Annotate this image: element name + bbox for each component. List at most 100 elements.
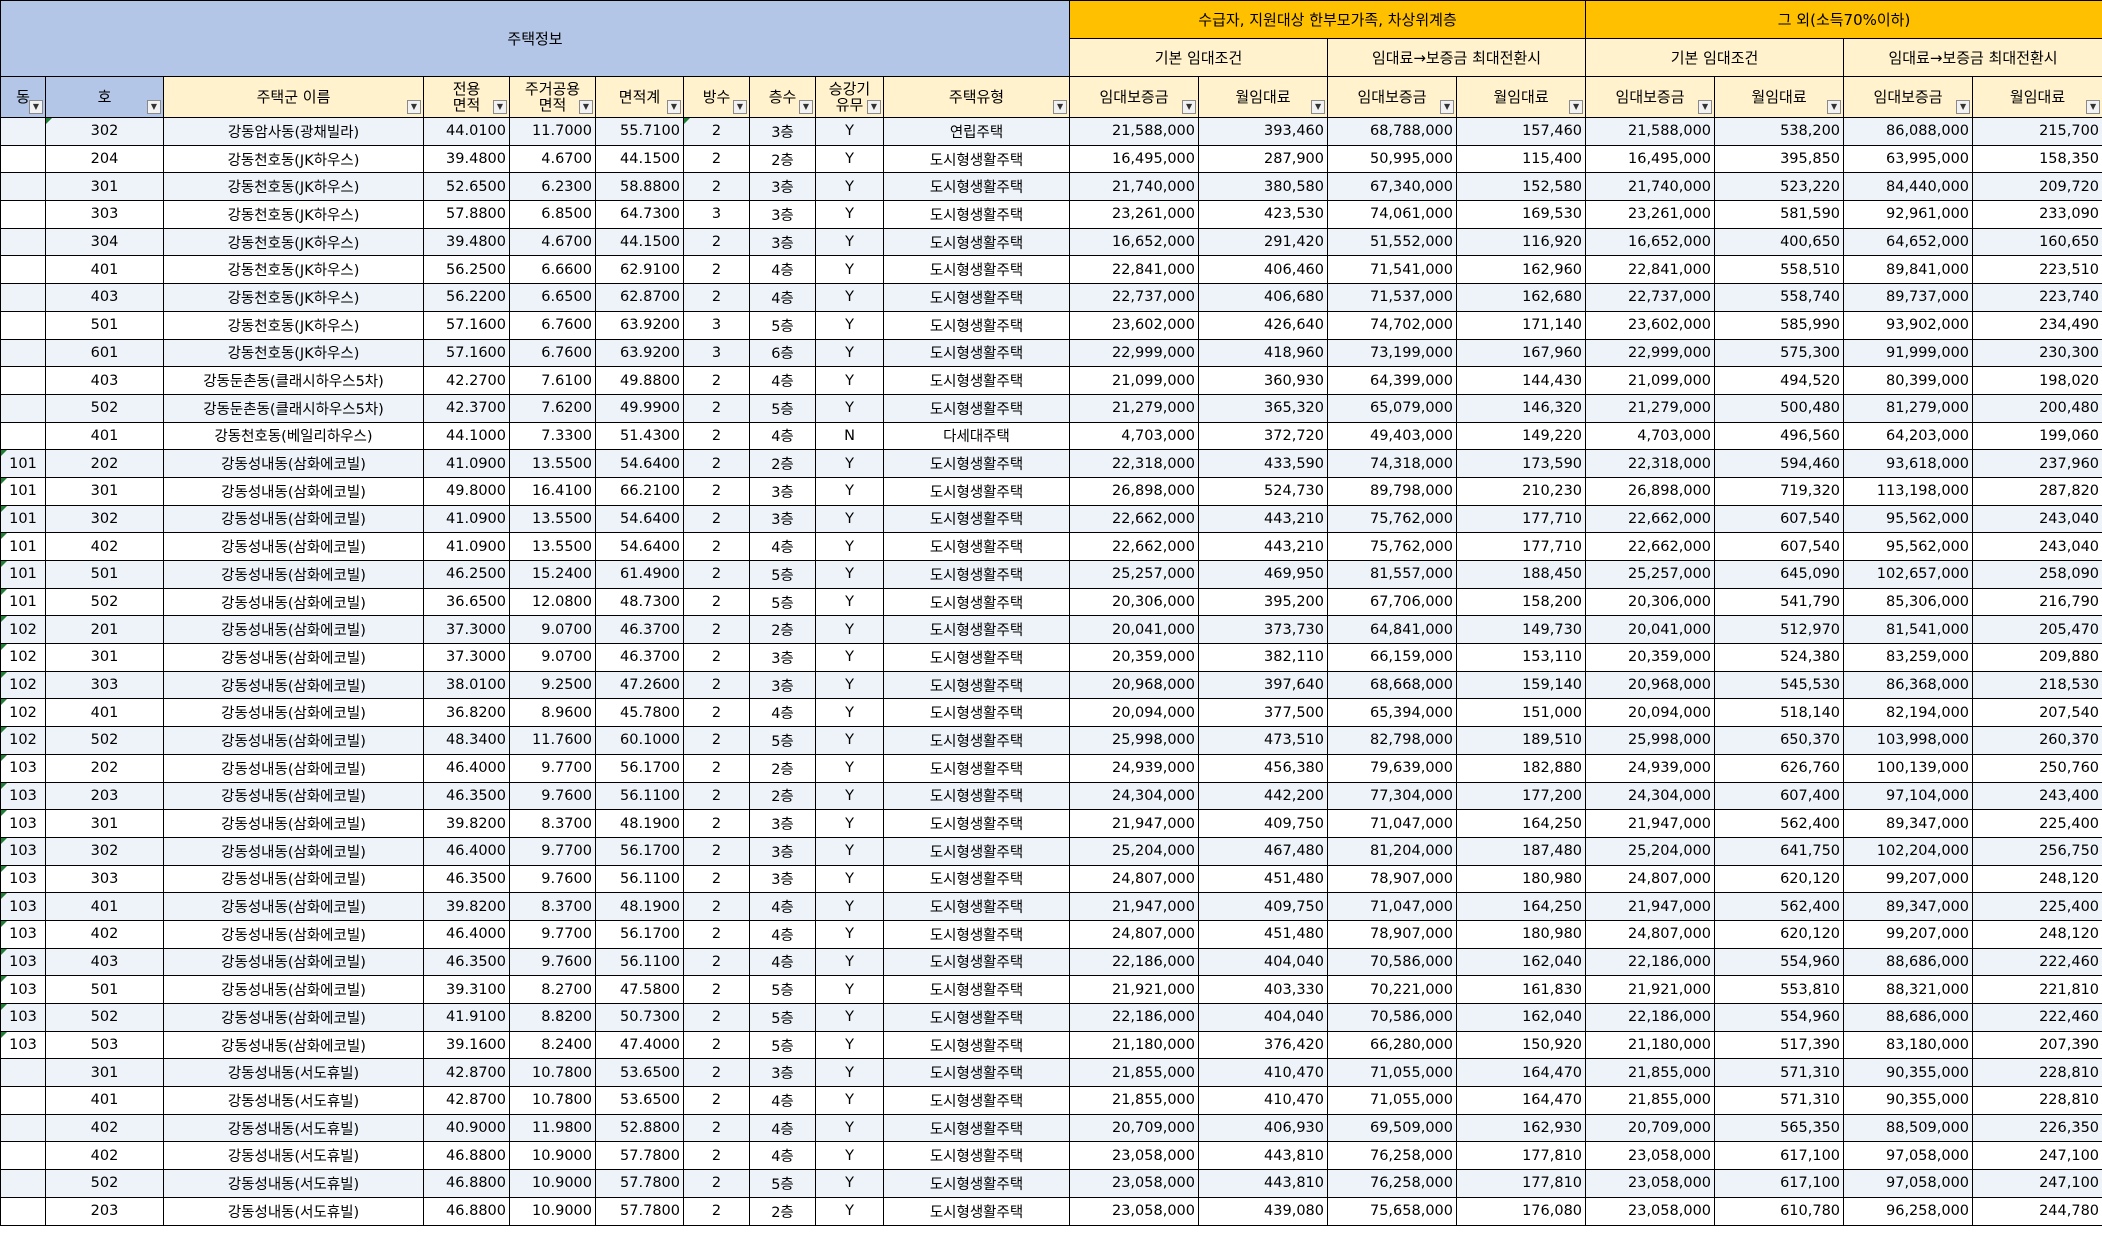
cell-area_total[interactable]: 60.1000 <box>595 726 684 755</box>
filter-dropdown-icon[interactable]: ▼ <box>1956 100 1971 114</box>
filter-dropdown-icon[interactable]: ▼ <box>2086 100 2101 114</box>
cell-dong[interactable] <box>0 1169 46 1198</box>
cell-dong[interactable]: 103 <box>0 975 46 1004</box>
cell-rent4[interactable]: 243,040 <box>1972 504 2102 534</box>
cell-dep2[interactable]: 71,047,000 <box>1327 892 1458 921</box>
cell-dep3[interactable]: 24,807,000 <box>1585 864 1716 894</box>
cell-rent3[interactable]: 641,750 <box>1714 836 1845 866</box>
cell-rent2[interactable]: 167,960 <box>1456 338 1587 368</box>
cell-rent3[interactable]: 607,540 <box>1714 532 1845 561</box>
cell-rooms[interactable]: 2 <box>683 227 750 257</box>
cell-complex[interactable]: 강동천호동(베일리하우스) <box>163 421 424 451</box>
cell-rent3[interactable]: 496,560 <box>1714 421 1845 451</box>
cell-complex[interactable]: 강동둔촌동(클래시하우스5차) <box>163 393 424 423</box>
cell-complex[interactable]: 강동둔촌동(클래시하우스5차) <box>163 366 424 395</box>
cell-floor[interactable]: 5층 <box>749 587 816 617</box>
cell-type[interactable]: 도시형생활주택 <box>882 1003 1071 1032</box>
cell-dep1[interactable]: 20,968,000 <box>1069 670 1200 700</box>
cell-rent3[interactable]: 558,510 <box>1714 255 1845 285</box>
filter-dropdown-icon[interactable]: ▼ <box>1053 100 1068 114</box>
cell-rent3[interactable]: 545,530 <box>1714 670 1845 700</box>
cell-area2[interactable]: 10.9000 <box>509 1169 596 1198</box>
cell-area1[interactable]: 39.4800 <box>423 227 510 257</box>
cell-area1[interactable]: 56.2500 <box>423 255 510 285</box>
cell-rooms[interactable]: 2 <box>683 393 750 423</box>
cell-rent1[interactable]: 287,900 <box>1198 144 1329 174</box>
cell-rent4[interactable]: 247,100 <box>1972 1169 2102 1198</box>
cell-area1[interactable]: 44.1000 <box>423 421 510 451</box>
cell-complex[interactable]: 강동성내동(삼화에코빌) <box>163 476 424 506</box>
cell-rent4[interactable]: 225,400 <box>1972 892 2102 921</box>
cell-area1[interactable]: 40.9000 <box>423 1113 510 1143</box>
cell-dep3[interactable]: 20,968,000 <box>1585 670 1716 700</box>
cell-rent3[interactable]: 594,460 <box>1714 449 1845 478</box>
cell-rent1[interactable]: 380,580 <box>1198 172 1329 202</box>
cell-dep4[interactable]: 93,902,000 <box>1843 310 1974 340</box>
cell-rent4[interactable]: 256,750 <box>1972 836 2102 866</box>
cell-dep3[interactable]: 26,898,000 <box>1585 476 1716 506</box>
cell-floor[interactable]: 5층 <box>749 560 816 589</box>
cell-rent4[interactable]: 228,810 <box>1972 1058 2102 1088</box>
cell-dep2[interactable]: 71,047,000 <box>1327 809 1458 838</box>
cell-floor[interactable]: 3층 <box>749 227 816 257</box>
cell-dong[interactable]: 103 <box>0 1030 46 1060</box>
cell-dep2[interactable]: 81,204,000 <box>1327 836 1458 866</box>
cell-dep3[interactable]: 22,318,000 <box>1585 449 1716 478</box>
cell-rent1[interactable]: 524,730 <box>1198 476 1329 506</box>
cell-area1[interactable]: 42.2700 <box>423 366 510 395</box>
cell-dong[interactable] <box>0 1086 46 1115</box>
cell-elevator[interactable]: Y <box>815 726 884 755</box>
cell-type[interactable]: 도시형생활주택 <box>882 504 1071 534</box>
cell-area_total[interactable]: 45.7800 <box>595 698 684 728</box>
cell-elevator[interactable]: Y <box>815 172 884 202</box>
cell-dep3[interactable]: 21,921,000 <box>1585 975 1716 1004</box>
cell-rooms[interactable]: 2 <box>683 1030 750 1060</box>
cell-rent2[interactable]: 164,470 <box>1456 1086 1587 1115</box>
cell-type[interactable]: 도시형생활주택 <box>882 255 1071 285</box>
cell-rent2[interactable]: 177,710 <box>1456 532 1587 561</box>
cell-ho[interactable]: 401 <box>45 255 164 285</box>
cell-rent3[interactable]: 517,390 <box>1714 1030 1845 1060</box>
cell-area2[interactable]: 9.7700 <box>509 836 596 866</box>
cell-rent3[interactable]: 400,650 <box>1714 227 1845 257</box>
cell-dep3[interactable]: 21,099,000 <box>1585 366 1716 395</box>
cell-rent4[interactable]: 209,720 <box>1972 172 2102 202</box>
cell-dep3[interactable]: 22,186,000 <box>1585 947 1716 977</box>
cell-rent2[interactable]: 171,140 <box>1456 310 1587 340</box>
cell-floor[interactable]: 3층 <box>749 476 816 506</box>
cell-dep2[interactable]: 76,258,000 <box>1327 1169 1458 1198</box>
cell-rent2[interactable]: 180,980 <box>1456 864 1587 894</box>
cell-area2[interactable]: 11.9800 <box>509 1113 596 1143</box>
cell-dep1[interactable]: 24,304,000 <box>1069 781 1200 811</box>
cell-dep1[interactable]: 21,855,000 <box>1069 1086 1200 1115</box>
cell-dong[interactable]: 101 <box>0 504 46 534</box>
cell-floor[interactable]: 3층 <box>749 670 816 700</box>
cell-dep3[interactable]: 20,094,000 <box>1585 698 1716 728</box>
cell-ho[interactable]: 302 <box>45 504 164 534</box>
cell-dep2[interactable]: 70,586,000 <box>1327 947 1458 977</box>
cell-dep3[interactable]: 24,807,000 <box>1585 919 1716 949</box>
cell-dep1[interactable]: 25,257,000 <box>1069 560 1200 589</box>
cell-floor[interactable]: 3층 <box>749 504 816 534</box>
cell-dep4[interactable]: 85,306,000 <box>1843 587 1974 617</box>
cell-floor[interactable]: 2층 <box>749 449 816 478</box>
cell-elevator[interactable]: Y <box>815 836 884 866</box>
cell-type[interactable]: 도시형생활주택 <box>882 864 1071 894</box>
cell-area1[interactable]: 39.8200 <box>423 892 510 921</box>
cell-complex[interactable]: 강동성내동(삼화에코빌) <box>163 809 424 838</box>
cell-dong[interactable] <box>0 310 46 340</box>
cell-dong[interactable]: 103 <box>0 919 46 949</box>
cell-dep3[interactable]: 22,999,000 <box>1585 338 1716 368</box>
cell-rent4[interactable]: 248,120 <box>1972 864 2102 894</box>
cell-dong[interactable]: 103 <box>0 1003 46 1032</box>
cell-area2[interactable]: 8.3700 <box>509 892 596 921</box>
cell-rooms[interactable]: 2 <box>683 476 750 506</box>
cell-complex[interactable]: 강동천호동(JK하우스) <box>163 283 424 312</box>
cell-type[interactable]: 도시형생활주택 <box>882 836 1071 866</box>
cell-floor[interactable]: 3층 <box>749 200 816 229</box>
cell-complex[interactable]: 강동천호동(JK하우스) <box>163 255 424 285</box>
cell-dong[interactable]: 102 <box>0 726 46 755</box>
cell-rent3[interactable]: 554,960 <box>1714 1003 1845 1032</box>
cell-dong[interactable] <box>0 1113 46 1143</box>
cell-dep4[interactable]: 96,258,000 <box>1843 1196 1974 1226</box>
